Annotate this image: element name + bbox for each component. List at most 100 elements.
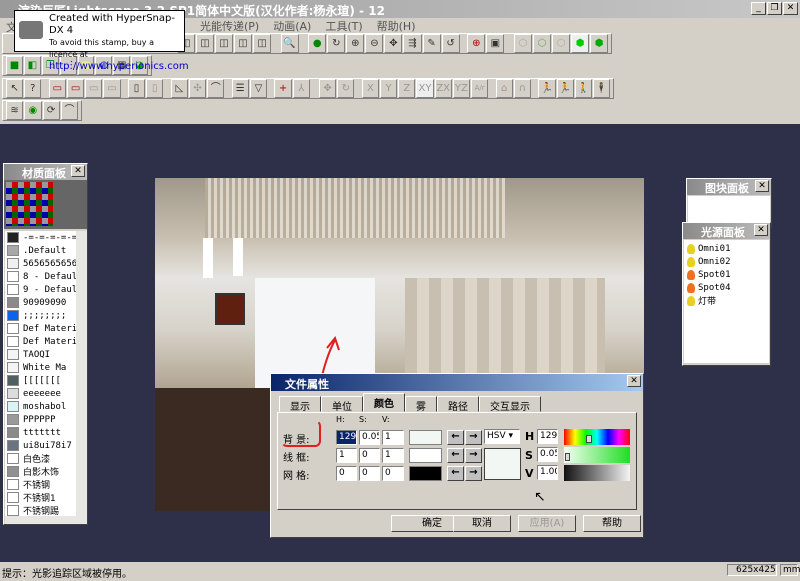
close-button[interactable]: ✕ [783, 2, 798, 15]
camera-icon[interactable]: ▣ [486, 34, 505, 53]
tab-4[interactable]: 路径 [437, 396, 479, 413]
move-icon[interactable]: ✥ [319, 79, 337, 98]
color-swatch[interactable] [409, 430, 442, 445]
v-input[interactable]: 1 [382, 430, 404, 445]
material-item[interactable]: ui8ui78i7 [5, 439, 76, 452]
surface-icon[interactable]: ◺ [170, 79, 188, 98]
light-item[interactable]: 灯带 [684, 294, 769, 307]
arrow-right-icon[interactable]: → [465, 466, 482, 481]
light-item[interactable]: Omni02 [684, 255, 769, 268]
axis-yz-button[interactable]: YZ [452, 79, 470, 98]
material-item[interactable]: ;;;;;;;; [5, 309, 76, 322]
radiosity-icon[interactable]: ◉ [24, 101, 42, 120]
h-input[interactable]: 0 [336, 466, 357, 481]
apply-button[interactable]: 应用(A) [518, 515, 576, 532]
doc-select-icon[interactable]: ▯ [127, 79, 146, 98]
lamp-tool-icon[interactable]: ⌒ [60, 101, 78, 120]
material-item[interactable]: moshabol [5, 400, 76, 413]
orbit-icon[interactable]: ● [308, 34, 327, 53]
stand-figure-icon[interactable]: 🚶 [574, 79, 592, 98]
close-icon[interactable]: ✕ [627, 375, 641, 387]
menu-animation[interactable]: 动画(A) [273, 18, 311, 33]
v-input[interactable]: 1 [382, 448, 404, 463]
vertical-scrollbar[interactable] [76, 231, 87, 516]
arrow-right-icon[interactable]: → [465, 430, 482, 445]
tab-1[interactable]: 单位 [321, 396, 363, 413]
zoom-in-icon[interactable]: ⊕ [346, 34, 365, 53]
light-item[interactable]: Spot01 [684, 268, 769, 281]
tab-3[interactable]: 雾 [405, 396, 437, 413]
axis-zx-button[interactable]: ZX [434, 79, 452, 98]
select-box2-icon[interactable]: ▭ [66, 79, 85, 98]
value-slider[interactable] [564, 465, 630, 481]
close-icon[interactable]: ✕ [71, 165, 85, 177]
minimize-button[interactable]: _ [751, 2, 766, 15]
cancel-button[interactable]: 取消 [453, 515, 511, 532]
select-icon[interactable]: ↖ [6, 79, 24, 98]
deselect2-icon[interactable]: ▭ [103, 79, 121, 98]
h-field[interactable]: 129. [537, 429, 558, 444]
h-input[interactable]: 1 [336, 448, 357, 463]
light-list[interactable]: Omni01 Omni02 Spot01 Spot04 灯带 [684, 240, 769, 363]
color-mode-select[interactable]: HSV ▾ [484, 429, 520, 444]
arrow-right-icon[interactable]: → [465, 448, 482, 463]
tag-icon[interactable]: ⌂ [495, 79, 513, 98]
filter-icon[interactable]: ▽ [249, 79, 268, 98]
close-icon[interactable]: ✕ [754, 224, 768, 236]
zoom-out-icon[interactable]: ⊖ [365, 34, 384, 53]
arrow-left-icon[interactable]: ← [447, 448, 464, 463]
material-item[interactable]: Def Material [5, 335, 76, 348]
cube-view-icon[interactable]: ◫ [253, 34, 272, 53]
dolly-icon[interactable]: ⇶ [403, 34, 422, 53]
material-item[interactable]: 8 - Default [5, 270, 76, 283]
textured-icon[interactable]: ⬢ [590, 34, 609, 53]
material-item[interactable]: White Ma [5, 361, 76, 374]
h-input[interactable]: 129. [336, 430, 357, 445]
material-item[interactable]: Def Material [5, 322, 76, 335]
s-input[interactable]: 0 [359, 466, 380, 481]
s-input[interactable]: 0 [359, 448, 380, 463]
material-item[interactable]: 白影木饰 [5, 465, 76, 478]
cube-view-icon[interactable]: ◫ [195, 34, 214, 53]
pan-icon[interactable]: ✥ [384, 34, 403, 53]
material-list[interactable]: -=-=-=-=-= .Default 5656565656 8 - Default 9… [5, 231, 76, 516]
doc-icon[interactable]: ▯ [146, 79, 164, 98]
add-point-icon[interactable]: + [274, 79, 292, 98]
menu-help[interactable]: 帮助(H) [377, 18, 416, 33]
light-item[interactable]: Omni01 [684, 242, 769, 255]
material-item[interactable]: 5656565656 [5, 257, 76, 270]
light-item[interactable]: Spot04 [684, 281, 769, 294]
v-field[interactable]: 1.00 [537, 465, 558, 480]
material-item[interactable]: PPPPPP [5, 413, 76, 426]
material-item[interactable]: .Default [5, 244, 76, 257]
spin-icon[interactable]: ↺ [441, 34, 460, 53]
rotate-obj-icon[interactable]: ↻ [337, 79, 355, 98]
axis-xy-button[interactable]: XY [416, 79, 434, 98]
tab-5[interactable]: 交互显示 [479, 396, 541, 413]
s-field[interactable]: 0.05 [537, 447, 558, 462]
color-swatch[interactable] [409, 466, 442, 481]
solid-icon[interactable]: ⬢ [571, 34, 590, 53]
material-item[interactable]: 9 - Default [5, 283, 76, 296]
walk-icon[interactable]: ✎ [422, 34, 441, 53]
magnet-icon[interactable]: ∩ [513, 79, 531, 98]
cube-view-icon[interactable]: ◫ [233, 34, 253, 53]
s-input[interactable]: 0.05 [359, 430, 380, 445]
lamp-icon[interactable]: ⌒ [207, 79, 225, 98]
material-item[interactable]: 白色漆 [5, 452, 76, 465]
axis-ar-button[interactable]: A/r [470, 79, 489, 98]
saturation-slider[interactable] [564, 447, 630, 463]
hidden-icon[interactable]: ⬡ [551, 34, 571, 53]
mesh-icon[interactable]: ✣ [188, 79, 207, 98]
run-figure-icon[interactable]: 🏃 [556, 79, 574, 98]
menu-tools[interactable]: 工具(T) [325, 18, 362, 33]
layers-icon[interactable]: ≋ [6, 101, 24, 120]
process-icon[interactable]: ⟳ [42, 101, 60, 120]
select-box-icon[interactable]: ▭ [48, 79, 66, 98]
color-swatch[interactable] [409, 448, 442, 463]
wireframe-icon[interactable]: ⬡ [513, 34, 532, 53]
material-item[interactable]: ttttttt [5, 426, 76, 439]
zoom-window-icon[interactable]: 🔍 [280, 34, 299, 53]
arrow-left-icon[interactable]: ← [447, 430, 464, 445]
axis-y-button[interactable]: Y [379, 79, 398, 98]
